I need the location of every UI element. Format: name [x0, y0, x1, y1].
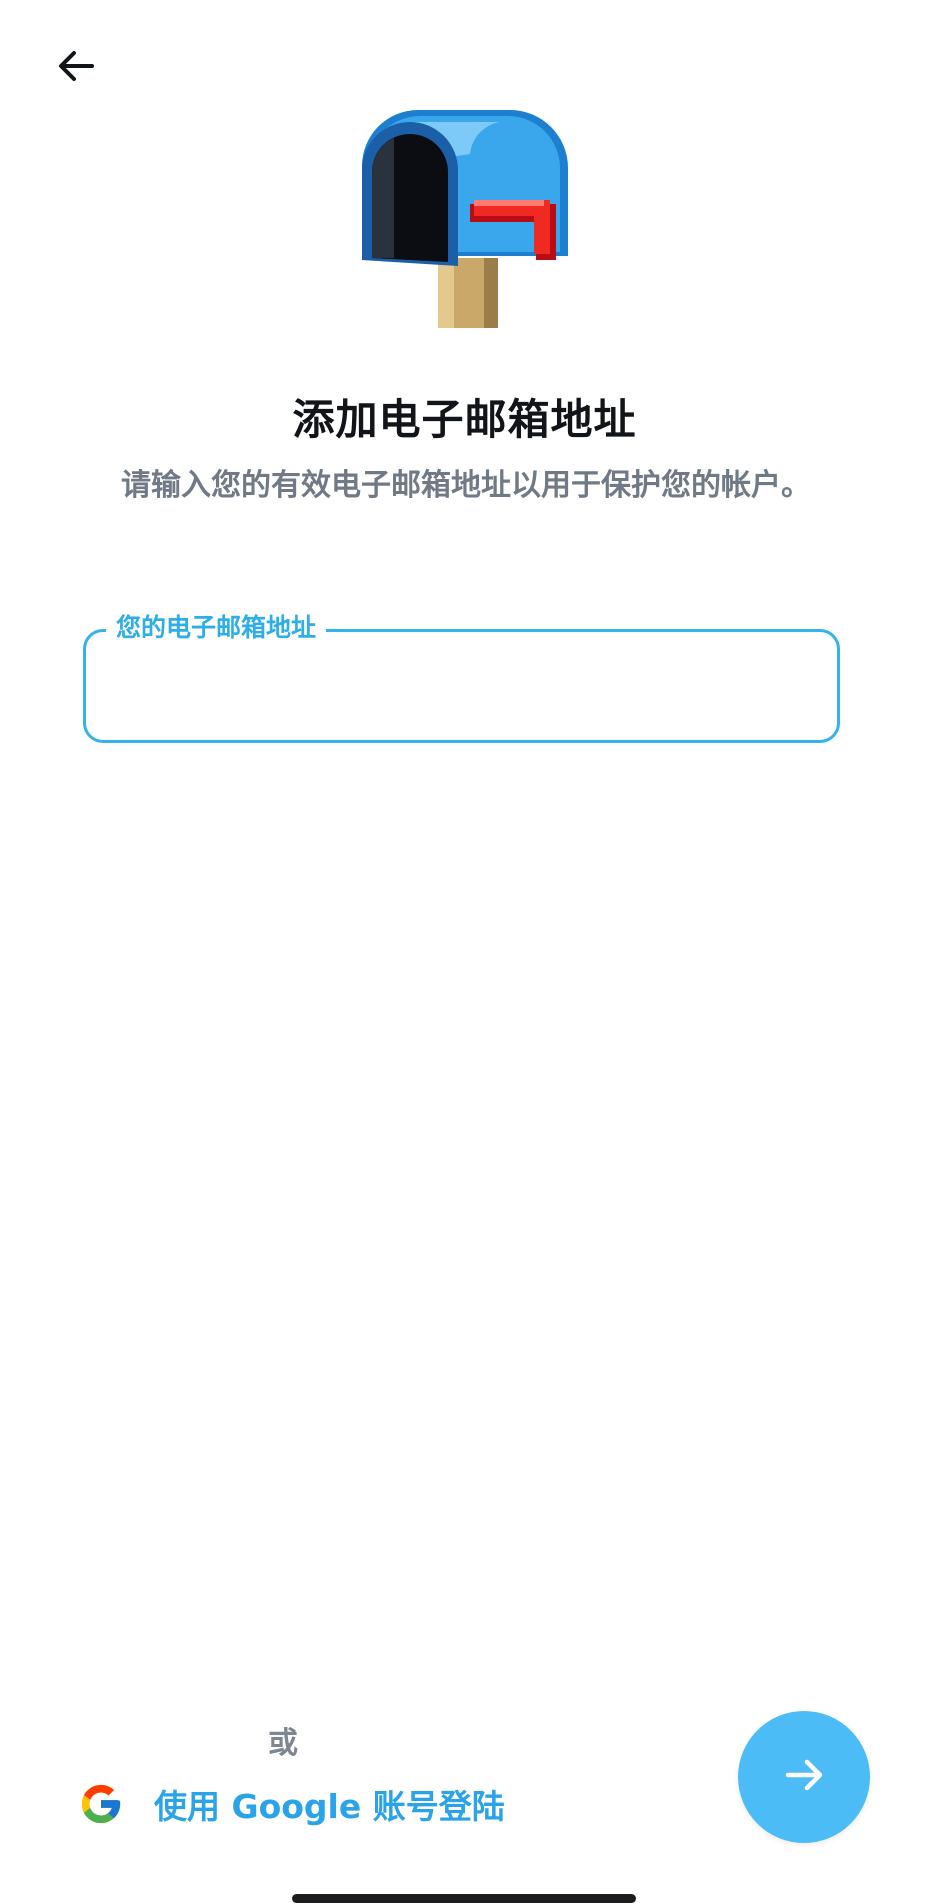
next-button[interactable] — [738, 1711, 870, 1843]
email-field[interactable]: 您的电子邮箱地址 — [83, 611, 840, 743]
home-indicator — [292, 1894, 636, 1903]
google-login-button[interactable]: 使用 Google 账号登陆 — [78, 1778, 505, 1830]
mailbox-icon — [350, 108, 578, 332]
email-field-label: 您的电子邮箱地址 — [106, 611, 327, 645]
or-separator: 或 — [268, 1726, 298, 1761]
google-icon — [78, 1781, 124, 1827]
page-title: 添加电子邮箱地址 — [292, 395, 637, 444]
back-button[interactable] — [44, 40, 108, 96]
google-login-label: 使用 Google 账号登陆 — [154, 1787, 505, 1826]
arrow-right-icon — [780, 1751, 828, 1803]
arrow-left-icon — [54, 44, 98, 92]
email-input[interactable] — [108, 660, 815, 718]
page-subtitle: 请输入您的有效电子邮箱地址以用于保护您的帐户。 — [121, 468, 811, 503]
